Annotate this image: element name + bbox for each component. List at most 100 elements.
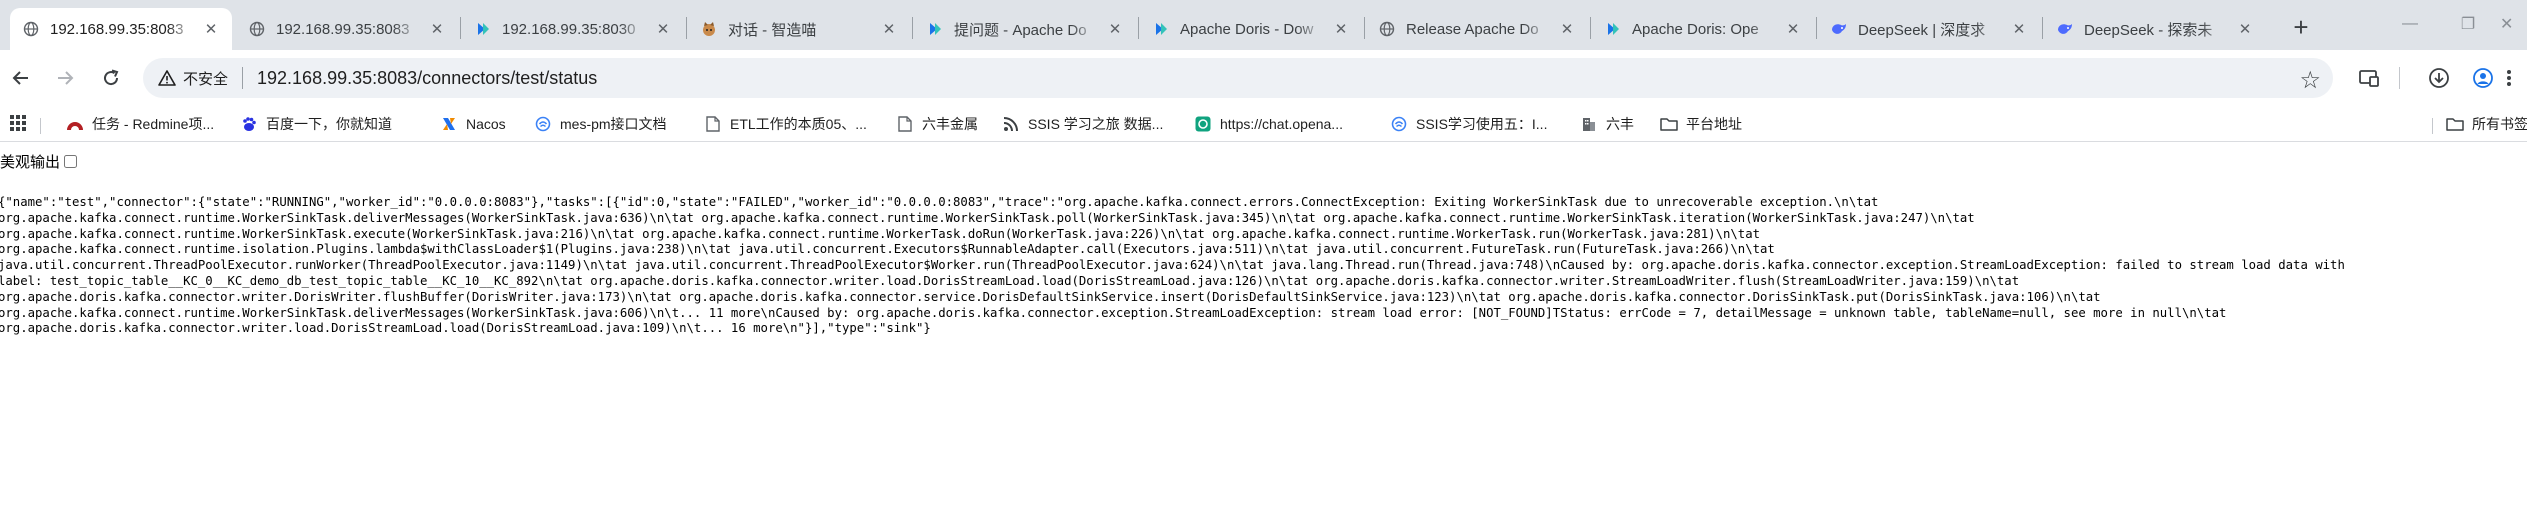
tab-chat-zhizaomiao[interactable]: 对话 - 智造喵 ✕ (688, 8, 910, 50)
bookmark-divider (2432, 118, 2433, 134)
close-icon[interactable]: ✕ (880, 20, 898, 38)
bookmark-etl-essence[interactable]: ETL工作的本质05、... (704, 113, 867, 135)
close-icon[interactable]: ✕ (428, 20, 446, 38)
address-bar[interactable]: 不安全 192.168.99.35:8083/connectors/test/s… (143, 58, 2333, 98)
tab-title: DeepSeek | 深度求 (1858, 21, 1986, 39)
close-icon[interactable]: ✕ (1332, 20, 1350, 38)
bookmark-divider (40, 118, 41, 134)
arrow-right-icon (58, 71, 74, 85)
star-icon[interactable]: ☆ (2299, 66, 2321, 95)
all-bookmarks-button[interactable]: 所有书签 (2446, 113, 2527, 135)
json-line: org.apache.doris.kafka.connector.writer.… (0, 289, 2101, 304)
bookmark-mes-pm-api[interactable]: mes-pm接口文档 (534, 113, 667, 135)
minimize-button[interactable]: — (2390, 8, 2430, 40)
deepseek-icon (1830, 20, 1848, 38)
doc-icon (704, 115, 722, 133)
forward-button[interactable] (48, 61, 82, 95)
tab-kafka-connect[interactable]: 192.168.99.35:8083 ✕ (236, 8, 458, 50)
bookmarks-bar: 任务 - Redmine项... 百度一下，你就知道 Nacos mes-pm接… (0, 106, 2527, 142)
nacos-icon (440, 115, 458, 133)
tab-title: Apache Doris - Dow (1180, 20, 1314, 38)
warning-icon[interactable] (157, 68, 177, 88)
close-icon[interactable]: ✕ (2010, 20, 2028, 38)
bookmark-label: mes-pm接口文档 (560, 116, 667, 132)
bookmark-platform-address[interactable]: 平台地址 (1660, 113, 1742, 135)
tab-release-doris[interactable]: Release Apache Do ✕ (1366, 8, 1588, 50)
tab-divider (912, 17, 913, 39)
reload-button[interactable] (94, 61, 128, 95)
tab-divider (1364, 17, 1365, 39)
apps-button[interactable] (10, 113, 26, 135)
doc-icon (896, 115, 914, 133)
tab-title: 192.168.99.35:8030 (502, 20, 636, 38)
close-icon[interactable]: ✕ (1558, 20, 1576, 38)
tab-connector-status[interactable]: 192.168.99.35:8083 ✕ (10, 8, 232, 50)
building-icon (1580, 115, 1598, 133)
json-line: {"name":"test","connector":{"state":"RUN… (0, 195, 1879, 209)
bookmark-chat-openai[interactable]: https://chat.opena... (1194, 113, 1343, 135)
bookmark-label: 六丰金属 (922, 116, 978, 132)
json-response: {"name":"test","connector":{"state":"RUN… (0, 195, 2345, 337)
address-divider (242, 67, 244, 89)
reload-icon (104, 69, 119, 86)
close-icon[interactable]: ✕ (654, 20, 672, 38)
deepseek-icon (2056, 20, 2074, 38)
close-icon[interactable]: ✕ (1106, 20, 1124, 38)
bookmark-label: 六丰 (1606, 116, 1634, 132)
tab-ask-question-doris[interactable]: 提问题 - Apache Do ✕ (914, 8, 1136, 50)
bookmark-liufeng[interactable]: 六丰 (1580, 113, 1634, 135)
bookmark-nacos[interactable]: Nacos (440, 113, 506, 135)
menu-icon[interactable] (2506, 61, 2527, 95)
tab-deepseek-2[interactable]: DeepSeek - 探索未 ✕ (2044, 8, 2266, 50)
tab-doris-open-source[interactable]: Apache Doris: Ope ✕ (1592, 8, 1814, 50)
tab-divider (460, 17, 461, 39)
close-window-button[interactable]: ✕ (2500, 8, 2527, 40)
restore-button[interactable]: ❐ (2448, 8, 2488, 40)
close-icon[interactable]: ✕ (202, 20, 220, 38)
pretty-print-toggle[interactable]: 美观输出 (0, 152, 78, 171)
security-label[interactable]: 不安全 (183, 68, 228, 89)
tab-title: 提问题 - Apache Do (954, 21, 1087, 39)
cat-avatar-icon (700, 20, 718, 38)
bookmark-label: 任务 - Redmine项... (92, 116, 215, 132)
bookmark-liufeng-metal[interactable]: 六丰金属 (896, 113, 978, 135)
api-doc-icon (534, 115, 552, 133)
cast-icon[interactable] (2352, 61, 2386, 95)
json-line: java.util.concurrent.ThreadPoolExecutor.… (0, 258, 2345, 273)
tab-divider (1590, 17, 1591, 39)
tab-title: 192.168.99.35:8083 (50, 20, 184, 38)
tab-doris-download[interactable]: Apache Doris - Dow ✕ (1140, 8, 1362, 50)
tab-title: DeepSeek - 探索未 (2084, 21, 2213, 39)
pretty-print-checkbox[interactable] (64, 154, 78, 168)
bookmark-label: ETL工作的本质05、... (730, 116, 867, 132)
new-tab-button[interactable]: + (2286, 12, 2316, 42)
json-line: org.apache.kafka.connect.runtime.WorkerS… (0, 226, 1760, 241)
json-line: org.apache.kafka.connect.runtime.WorkerS… (0, 305, 2227, 320)
json-line: label: test_topic_table__KC_0__KC_demo_d… (0, 273, 2020, 288)
tab-deepseek-1[interactable]: DeepSeek | 深度求 ✕ (1818, 8, 2040, 50)
openai-icon (1194, 115, 1212, 133)
bookmark-baidu[interactable]: 百度一下，你就知道 (240, 113, 392, 135)
bookmark-ssis-study-5[interactable]: SSIS学习使用五：I... (1390, 113, 1547, 135)
url-text[interactable]: 192.168.99.35:8083/connectors/test/statu… (257, 68, 597, 89)
json-line: org.apache.doris.kafka.connector.writer.… (0, 321, 931, 336)
globe-icon (1378, 20, 1396, 38)
pretty-print-label: 美观输出 (0, 153, 61, 171)
tab-doris-fe[interactable]: 192.168.99.35:8030 ✕ (462, 8, 684, 50)
profile-icon[interactable] (2466, 61, 2500, 95)
bookmark-label: Nacos (466, 116, 506, 132)
baidu-icon (240, 115, 258, 133)
bookmark-label: SSIS学习使用五：I... (1416, 116, 1548, 132)
bookmark-label: 百度一下，你就知道 (266, 116, 392, 132)
download-icon[interactable] (2422, 61, 2456, 95)
close-icon[interactable]: ✕ (1784, 20, 1802, 38)
tab-title: Apache Doris: Ope (1632, 20, 1759, 38)
tab-divider (1138, 17, 1139, 39)
back-button[interactable] (4, 61, 38, 95)
tab-strip: 192.168.99.35:8083 ✕ 192.168.99.35:8083 … (0, 0, 2527, 50)
bookmark-ssis-journey[interactable]: SSIS 学习之旅 数据... (1002, 113, 1163, 135)
tab-title: Release Apache Do (1406, 20, 1539, 38)
close-icon[interactable]: ✕ (2236, 20, 2254, 38)
tab-divider (1816, 17, 1817, 39)
bookmark-redmine[interactable]: 任务 - Redmine项... (66, 113, 214, 135)
